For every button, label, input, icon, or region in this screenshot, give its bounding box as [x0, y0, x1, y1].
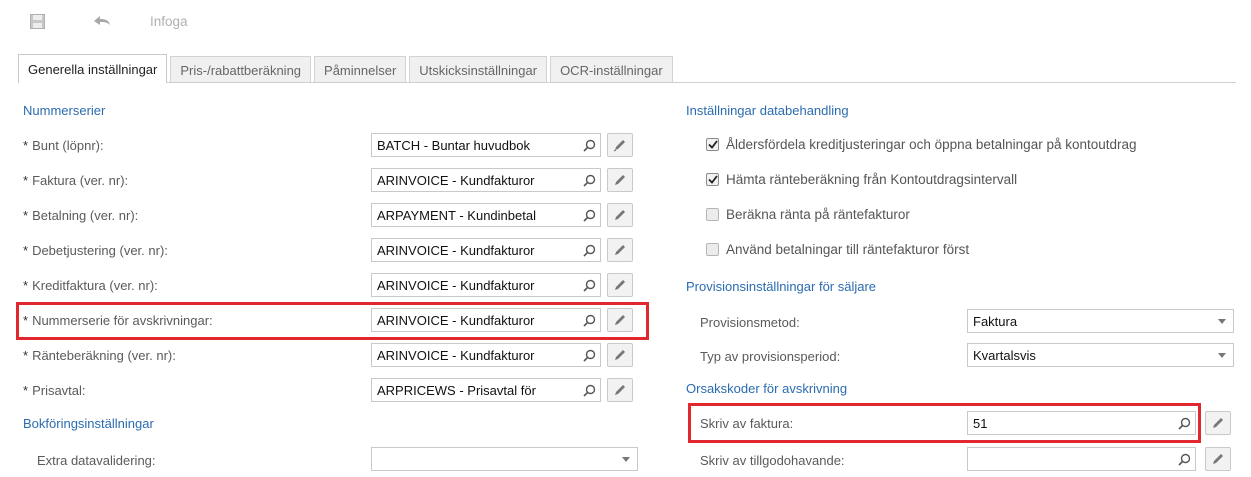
save-button[interactable]	[30, 12, 45, 30]
pencil-icon	[615, 175, 625, 185]
toolbar: Infoga	[0, 0, 1251, 42]
edit-payment-button[interactable]	[607, 203, 633, 227]
check-row-fetch-interest[interactable]: Hämta ränteberäkning från Kontoutdragsin…	[706, 172, 1017, 187]
tab-general-settings[interactable]: Generella inställningar	[18, 54, 168, 83]
credit-invoice-selector[interactable]: ARINVOICE - Kundfakturor	[371, 273, 601, 297]
edit-credit-invoice-button[interactable]	[607, 273, 633, 297]
edit-write-off-invoice-button[interactable]	[1205, 411, 1231, 435]
commission-period-label: Typ av provisionsperiod:	[700, 349, 841, 364]
edit-debit-adjustment-button[interactable]	[607, 238, 633, 262]
search-icon[interactable]	[578, 309, 600, 331]
edit-invoice-button[interactable]	[607, 168, 633, 192]
write-off-credit-label: Skriv av tillgodohavande:	[700, 453, 845, 468]
search-icon[interactable]	[578, 239, 600, 261]
tab-divider	[18, 82, 1236, 83]
pencil-icon	[615, 315, 625, 325]
commission-period-dropdown[interactable]: Kvartalsvis	[967, 343, 1234, 367]
write-off-series-label: * Nummerserie för avskrivningar:	[23, 313, 213, 328]
checkbox-use-payments[interactable]	[706, 243, 719, 256]
tab-mailing-settings[interactable]: Utskicksinställningar	[409, 56, 548, 83]
chevron-down-icon	[615, 456, 637, 462]
interest-calc-label: * Ränteberäkning (ver. nr):	[23, 348, 176, 363]
search-icon[interactable]	[1173, 412, 1195, 434]
reason-codes-section-title: Orsakskoder för avskrivning	[686, 381, 848, 396]
tab-price-discount[interactable]: Pris-/rabattberäkning	[170, 56, 312, 83]
invoice-label: * Faktura (ver. nr):	[23, 173, 129, 188]
search-icon[interactable]	[578, 274, 600, 296]
search-icon[interactable]	[578, 379, 600, 401]
pencil-icon	[615, 210, 625, 220]
commission-method-dropdown[interactable]: Faktura	[967, 309, 1234, 333]
write-off-credit-selector[interactable]	[967, 447, 1196, 471]
search-icon[interactable]	[1173, 448, 1195, 470]
edit-price-agreement-button[interactable]	[607, 378, 633, 402]
checkbox-age-distribute[interactable]	[706, 138, 719, 151]
check-row-age-distribute[interactable]: Åldersfördela kreditjusteringar och öppn…	[706, 137, 1137, 152]
checkbox-fetch-interest[interactable]	[706, 173, 719, 186]
edit-write-off-series-button[interactable]	[607, 308, 633, 332]
chevron-down-icon	[1211, 318, 1233, 324]
pencil-icon	[615, 280, 625, 290]
extra-validation-label: Extra datavalidering:	[37, 453, 156, 468]
payment-label: * Betalning (ver. nr):	[23, 208, 139, 223]
pencil-icon	[613, 140, 625, 152]
save-icon	[30, 13, 45, 29]
pencil-icon	[1213, 454, 1223, 464]
checkbox-calc-interest[interactable]	[706, 208, 719, 221]
debit-adjustment-selector[interactable]: ARINVOICE - Kundfakturor	[371, 238, 601, 262]
tab-reminders[interactable]: Påminnelser	[314, 56, 407, 83]
batch-selector[interactable]: BATCH - Buntar huvudbok	[371, 133, 601, 157]
pencil-icon	[1213, 418, 1223, 428]
credit-invoice-label: * Kreditfaktura (ver. nr):	[23, 278, 158, 293]
write-off-series-selector[interactable]: ARINVOICE - Kundfakturor	[371, 308, 601, 332]
search-icon[interactable]	[578, 169, 600, 191]
tab-ocr-settings[interactable]: OCR-inställningar	[550, 56, 673, 83]
price-agreement-label: * Prisavtal:	[23, 383, 86, 398]
price-agreement-selector[interactable]: ARPRICEWS - Prisavtal för	[371, 378, 601, 402]
extra-validation-dropdown[interactable]	[371, 447, 638, 471]
search-icon[interactable]	[578, 134, 600, 156]
invoice-selector[interactable]: ARINVOICE - Kundfakturor	[371, 168, 601, 192]
edit-write-off-credit-button[interactable]	[1205, 447, 1231, 471]
commission-method-label: Provisionsmetod:	[700, 315, 800, 330]
check-row-calc-interest[interactable]: Beräkna ränta på räntefakturor	[706, 207, 910, 222]
check-icon	[707, 140, 718, 149]
edit-batch-button[interactable]	[607, 133, 633, 157]
numbering-section-title: Nummerserier	[23, 103, 106, 118]
edit-interest-calc-button[interactable]	[607, 343, 633, 367]
interest-calc-selector[interactable]: ARINVOICE - Kundfakturor	[371, 343, 601, 367]
write-off-invoice-label: Skriv av faktura:	[700, 416, 794, 431]
posting-section-title: Bokföringsinställningar	[23, 416, 154, 431]
undo-button[interactable]	[93, 12, 111, 30]
search-icon[interactable]	[578, 204, 600, 226]
pencil-icon	[615, 245, 625, 255]
batch-label: * Bunt (löpnr):	[23, 138, 104, 153]
insert-button[interactable]: Infoga	[150, 12, 188, 30]
commission-section-title: Provisionsinställningar för säljare	[686, 279, 877, 294]
write-off-invoice-selector[interactable]: 51	[967, 411, 1196, 435]
search-icon[interactable]	[578, 344, 600, 366]
debit-adjustment-label: * Debetjustering (ver. nr):	[23, 243, 168, 258]
check-icon	[707, 175, 718, 184]
chevron-down-icon	[1211, 352, 1233, 358]
check-row-use-payments[interactable]: Använd betalningar till räntefakturor fö…	[706, 242, 969, 257]
pencil-icon	[615, 385, 625, 395]
tab-bar: Generella inställningar Pris-/rabattberä…	[18, 54, 676, 83]
payment-selector[interactable]: ARPAYMENT - Kundinbetal	[371, 203, 601, 227]
data-processing-section-title: Inställningar databehandling	[686, 103, 849, 118]
undo-icon	[94, 16, 110, 25]
pencil-icon	[615, 350, 625, 360]
